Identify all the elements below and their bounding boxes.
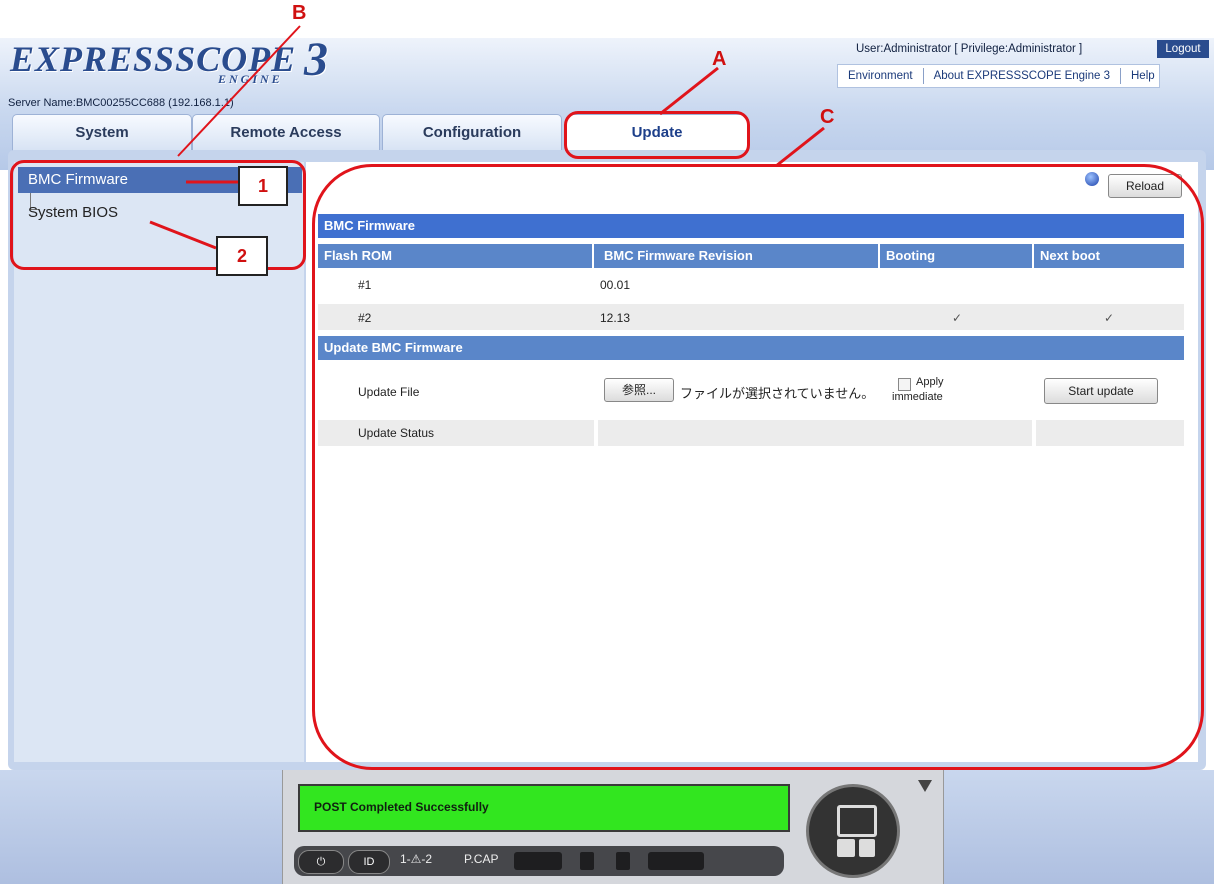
annotation-box-2: 2 [216, 236, 268, 276]
annotation-label-b: B [292, 2, 307, 24]
annotation-lines [149, 25, 825, 250]
annotation-label-c: C [820, 106, 835, 128]
annotation-label-a: A [712, 48, 727, 70]
annotation-box-1: 1 [238, 166, 288, 206]
